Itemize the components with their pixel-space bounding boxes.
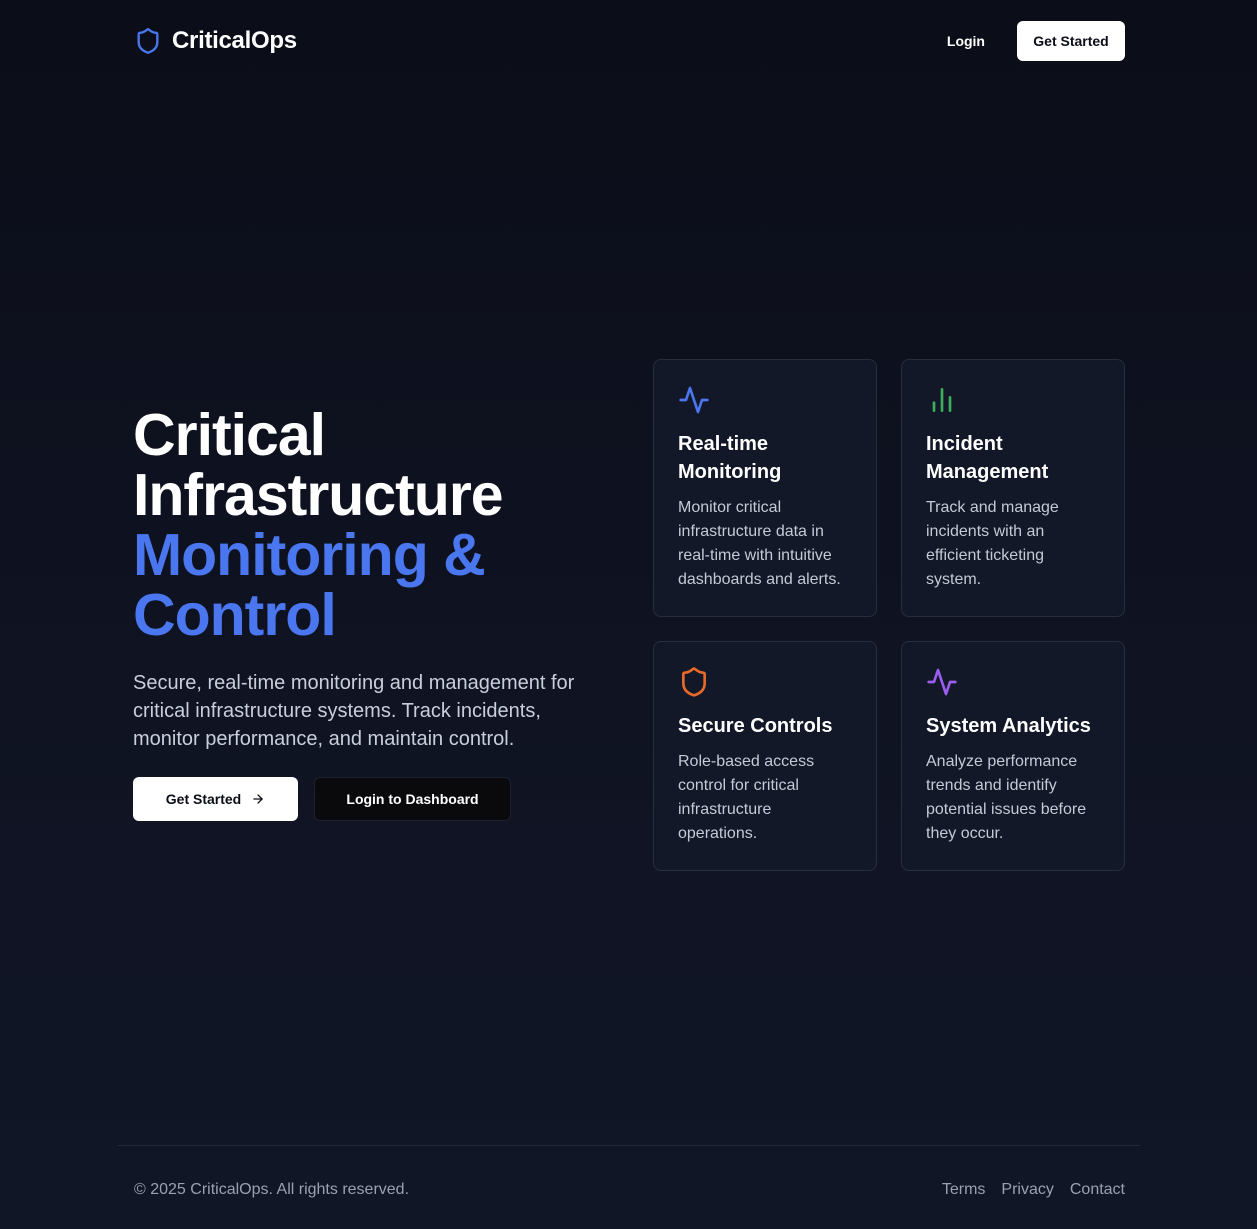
hero-title-line: Infrastructure [133,462,504,528]
footer-link-privacy[interactable]: Privacy [1001,1181,1053,1199]
site-header: CriticalOps Login Get Started [134,21,1125,61]
copyright-text: © 2025 CriticalOps. All rights reserved. [134,1181,410,1198]
hero-get-started-button[interactable]: Get Started [133,777,298,821]
feature-description: Monitor critical infrastructure data in … [678,499,841,588]
hero-section: Critical Infrastructure Monitoring & Con… [133,405,633,821]
site-footer: © 2025 CriticalOps. All rights reserved.… [134,1178,1125,1202]
footer-divider [118,1145,1140,1146]
hero-get-started-label: Get Started [165,791,242,807]
hero-title-line: Critical [133,402,326,468]
features-grid: Real-time Monitoring Monitor critical in… [653,359,1125,871]
hero-title-accent-line: Monitoring & [133,522,486,588]
feature-card-secure-controls: Secure Controls Role-based access contro… [653,641,877,871]
footer-link-contact[interactable]: Contact [1070,1181,1125,1199]
login-link[interactable]: Login [947,33,985,49]
hero-title-accent-line: Control [133,582,337,648]
feature-title: Real-time Monitoring [678,433,782,483]
header-nav: Login Get Started [947,21,1125,61]
hero-actions: Get Started Login to Dashboard [133,777,633,821]
feature-card-system-analytics: System Analytics Analyze performance tre… [901,641,1125,871]
shield-icon [137,28,159,54]
feature-card-incident-management: Incident Management Track and manage inc… [901,359,1125,617]
login-to-dashboard-button[interactable]: Login to Dashboard [314,777,511,821]
activity-icon [679,386,709,414]
footer-links: Terms Privacy Contact [942,1181,1125,1199]
hero-title: Critical Infrastructure Monitoring & Con… [133,405,633,645]
feature-title: Incident Management [926,433,1049,483]
brand-name: CriticalOps [172,27,297,54]
hero-description: Secure, real-time monitoring and managem… [133,672,575,750]
bar-chart-icon [932,388,952,412]
activity-icon [927,668,957,696]
brand[interactable]: CriticalOps [134,27,297,55]
get-started-button[interactable]: Get Started [1017,21,1125,61]
feature-description: Analyze performance trends and identify … [926,753,1087,842]
feature-description: Track and manage incidents with an effic… [926,499,1059,588]
feature-title: System Analytics [926,715,1091,737]
arrow-right-icon [253,794,263,804]
feature-title: Secure Controls [678,715,833,737]
shield-icon [682,667,706,697]
footer-link-terms[interactable]: Terms [942,1181,986,1199]
feature-description: Role-based access control for critical i… [678,753,815,842]
feature-card-realtime-monitoring: Real-time Monitoring Monitor critical in… [653,359,877,617]
